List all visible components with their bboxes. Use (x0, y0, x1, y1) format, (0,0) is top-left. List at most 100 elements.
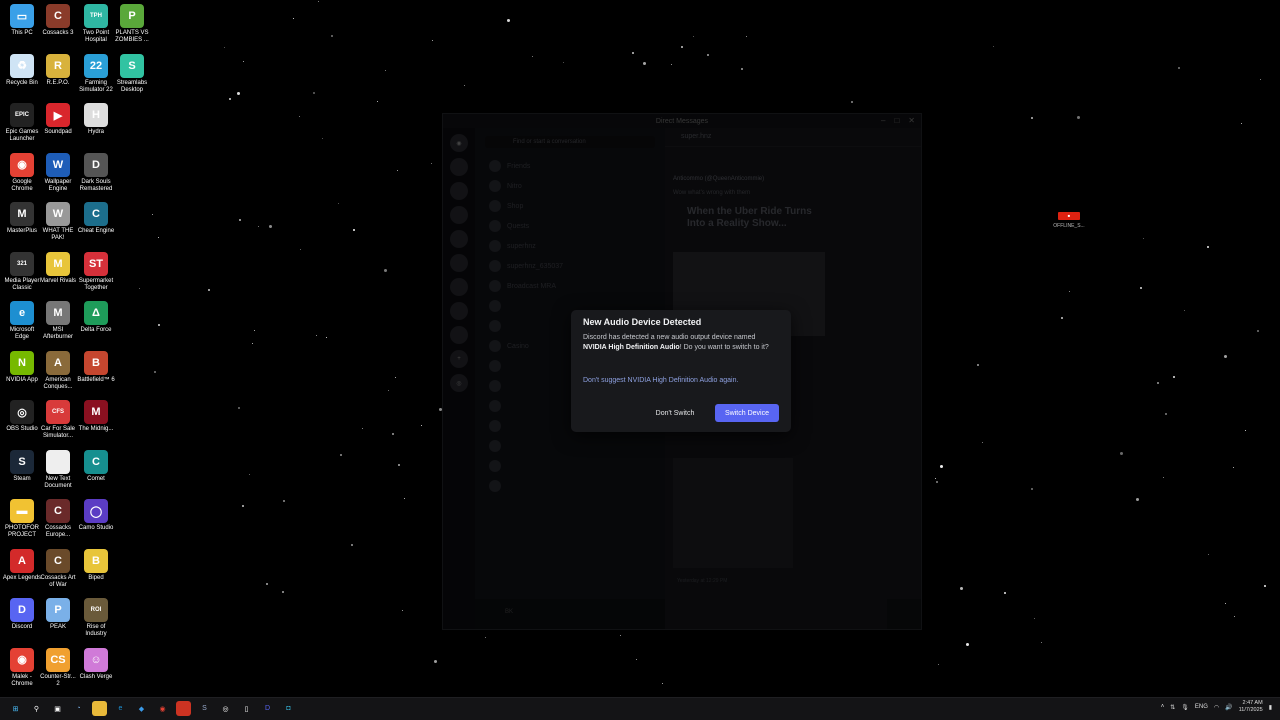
desktop-shortcut[interactable]: Δ Delta Force (76, 301, 116, 334)
star (402, 610, 404, 612)
desktop-shortcut[interactable]: C Cheat Engine (76, 202, 116, 235)
cheat-engine-icon: C (84, 202, 108, 226)
notification-icon[interactable]: ▮ (1269, 704, 1272, 711)
app-taskbar-icon[interactable]: ▯ (239, 701, 254, 716)
desktop-shortcut[interactable]: EPIC Epic Games Launcher (2, 103, 42, 143)
wifi-icon[interactable]: ◠ (1214, 704, 1219, 711)
modal-body-prefix: Discord has detected a new audio output … (583, 334, 756, 341)
star (1172, 376, 1175, 379)
star (1245, 429, 1247, 431)
dont-switch-button[interactable]: Don't Switch (647, 404, 703, 422)
desktop-shortcut[interactable]: M The Midnig... (76, 400, 116, 433)
desktop-shortcut[interactable]: B Biped (76, 548, 116, 582)
desktop-shortcut[interactable]: M MSI Afterburner (38, 301, 78, 341)
star (993, 46, 995, 47)
desktop-shortcut[interactable]: ◯ Camo Studio (76, 499, 116, 532)
app-taskbar-icon[interactable]: ◘ (281, 701, 296, 716)
offline-shortcut[interactable]: ■ OFFLINE_S... (1052, 212, 1086, 229)
desktop-shortcut[interactable]: P PLANTS VS ZOMBIES ... (112, 4, 152, 44)
copilot-icon[interactable]: ◔ (71, 701, 86, 716)
star (239, 219, 242, 222)
desktop-shortcut[interactable]: N NVIDIA App (2, 350, 42, 384)
search-icon[interactable]: ⚲ (29, 701, 44, 716)
desktop-shortcut[interactable]: ◉ Google Chrome (2, 152, 42, 193)
desktop-shortcut[interactable]: 22 Farming Simulator 22 (76, 53, 116, 94)
star (485, 636, 487, 638)
desktop-shortcut[interactable]: New Text Document (38, 449, 78, 490)
desktop-shortcut[interactable]: S Streamlabs Desktop (112, 53, 152, 94)
desktop-shortcut[interactable]: M Marvel Rivals (38, 251, 78, 285)
desktop-shortcut-label: Comet (87, 475, 105, 482)
desktop-shortcut[interactable]: ▶ Soundpad (38, 103, 78, 136)
desktop-shortcut[interactable]: ROI Rise of Industry (76, 598, 116, 638)
desktop-shortcut[interactable]: S Steam (2, 449, 42, 483)
two-point-hospital-icon: TPH (84, 4, 108, 28)
desktop-shortcut[interactable]: CS Counter-Str... 2 (38, 647, 78, 688)
desktop-shortcut[interactable]: B Battlefield™ 6 (76, 350, 116, 384)
edge-icon[interactable]: e (113, 701, 128, 716)
star (463, 85, 465, 87)
desktop-shortcut[interactable]: ◉ Malek - Chrome (2, 647, 42, 688)
soundpad-icon: ▶ (46, 103, 70, 127)
desktop-shortcut[interactable]: CFS Car For Sale Simulator... (38, 400, 78, 440)
desktop-shortcut[interactable]: 321 Media Player Classic (2, 251, 42, 292)
app-taskbar-icon[interactable] (176, 701, 191, 716)
desktop-shortcut[interactable]: ♻ Recycle Bin (2, 53, 42, 87)
desktop-shortcut[interactable]: A American Conques... (38, 350, 78, 391)
desktop-shortcut[interactable]: ST Supermarket Together (76, 251, 116, 292)
desktop-shortcut-label: MSI Afterburner (42, 327, 73, 340)
desktop-shortcut-label: Malek - Chrome (11, 673, 33, 687)
desktop-shortcut-label: Cossacks 3 (42, 30, 74, 36)
star (1164, 413, 1167, 416)
discord-taskbar-icon[interactable]: D (260, 701, 275, 716)
desktop-shortcut[interactable]: H Hydra (76, 103, 116, 136)
desktop-shortcut[interactable]: ▬ PHOTOFOR PROJECT (2, 499, 42, 539)
desktop-shortcut[interactable]: D Dark Souls Remastered (76, 152, 116, 193)
audio-device-modal: New Audio Device Detected Discord has de… (571, 310, 791, 432)
desktop-shortcut[interactable]: A Apex Legends (2, 548, 42, 582)
star (312, 92, 315, 95)
desktop-shortcut-label: Delta Force (80, 327, 112, 333)
desktop-shortcut[interactable]: D Discord (2, 598, 42, 631)
star (1256, 329, 1259, 332)
lang-indicator[interactable]: ENG (1195, 704, 1208, 710)
mic-icon[interactable]: 🎙 (1181, 704, 1189, 711)
desktop-shortcut[interactable]: C Comet (76, 449, 116, 483)
volume-icon[interactable]: 🔊 (1225, 704, 1232, 711)
start-icon[interactable]: ⊞ (8, 701, 23, 716)
steam-taskbar-icon[interactable]: S (197, 701, 212, 716)
modal-body-suffix: ! Do you want to switch to it? (679, 343, 769, 351)
star (269, 224, 273, 228)
network-icon[interactable]: ⇅ (1170, 704, 1175, 711)
chevron-up-icon[interactable]: ˄ (1161, 704, 1165, 710)
desktop-shortcut[interactable]: W WHAT THE PAK! (38, 202, 78, 242)
desktop-shortcut[interactable]: R R.E.P.O. (38, 53, 78, 87)
star (224, 47, 226, 49)
desktop-shortcut[interactable]: ◎ OBS Studio (2, 400, 42, 433)
desktop-shortcut[interactable]: C Cossacks Europe... (38, 499, 78, 539)
desktop-shortcut[interactable]: C Cossacks Art of War (38, 548, 78, 589)
star (157, 324, 160, 327)
star (1208, 553, 1210, 555)
desktop-shortcut[interactable]: ☺ Clash Verge (76, 647, 116, 681)
desktop-shortcut[interactable]: ▭ This PC (2, 4, 42, 37)
switch-device-button[interactable]: Switch Device (715, 404, 779, 422)
star (322, 138, 324, 140)
chrome-taskbar-icon[interactable]: ◉ (155, 701, 170, 716)
star (1040, 642, 1042, 644)
store-icon[interactable]: ◆ (134, 701, 149, 716)
desktop-shortcut[interactable]: P PEAK (38, 598, 78, 631)
chrome-profile-icon: ◉ (10, 647, 34, 672)
file-explorer-icon[interactable] (92, 701, 107, 716)
desktop-shortcut[interactable]: C Cossacks 3 (38, 4, 78, 37)
desktop-shortcut[interactable]: W Wallpaper Engine (38, 152, 78, 193)
clock[interactable]: 2:47 AM 11/7/2025 (1239, 700, 1263, 714)
task-view-icon[interactable]: ▣ (50, 701, 65, 716)
desktop-shortcut[interactable]: e Microsoft Edge (2, 301, 42, 341)
desktop-shortcut[interactable]: TPH Two Point Hospital (76, 4, 116, 44)
dont-suggest-link[interactable]: Don't suggest NVIDIA High Definition Aud… (583, 377, 738, 384)
star (1030, 488, 1033, 491)
desktop-shortcut-label: Wallpaper Engine (44, 178, 72, 192)
desktop-shortcut[interactable]: M MasterPlus (2, 202, 42, 235)
obs-taskbar-icon[interactable]: ◎ (218, 701, 233, 716)
